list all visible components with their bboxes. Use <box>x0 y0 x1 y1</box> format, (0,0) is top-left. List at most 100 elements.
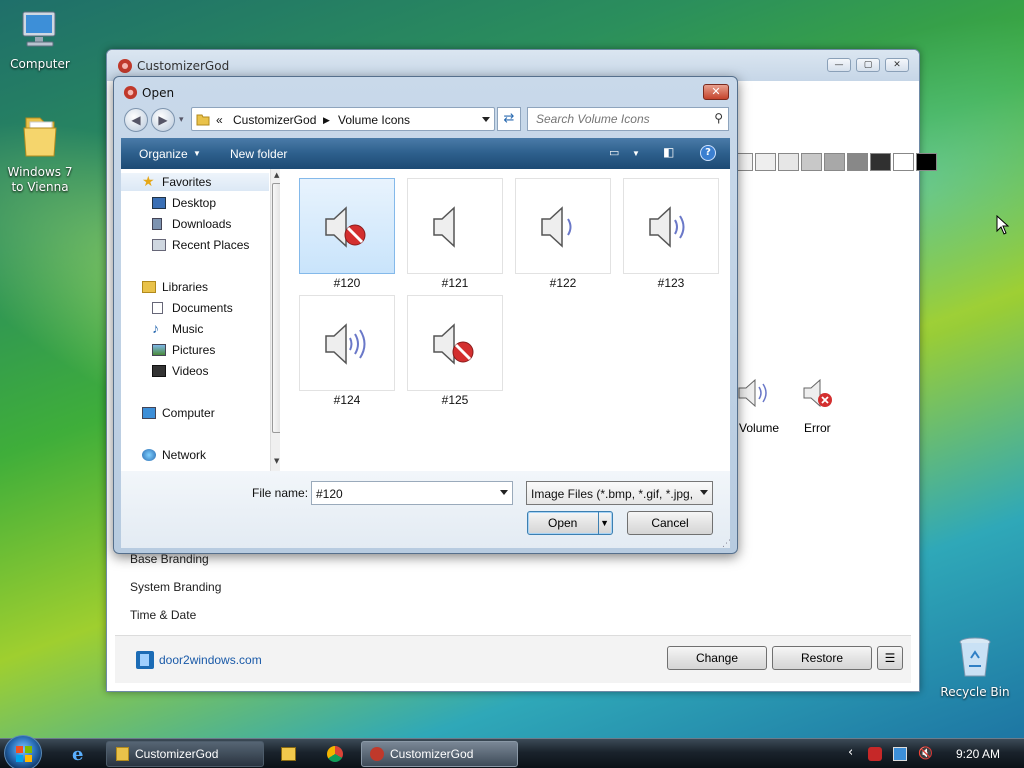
dialog-close-button[interactable]: ✕ <box>703 84 729 100</box>
file-label: #120 <box>333 276 361 290</box>
nav-recent-places[interactable]: Recent Places <box>152 238 249 252</box>
nav-videos[interactable]: Videos <box>152 364 208 378</box>
close-button[interactable]: ✕ <box>885 58 909 72</box>
file-label: #124 <box>333 393 361 407</box>
side-link-base-branding[interactable]: Base Branding <box>130 552 209 566</box>
file-name-label: File name: <box>252 486 309 500</box>
split-divider <box>598 512 599 534</box>
file-tile[interactable] <box>407 178 503 274</box>
documents-icon <box>152 302 163 314</box>
forward-button[interactable]: ▶ <box>151 108 175 132</box>
desktop-icon-computer[interactable]: Computer <box>0 8 80 71</box>
swatch[interactable] <box>778 153 799 171</box>
file-name-dropdown-icon[interactable] <box>500 490 508 495</box>
clock[interactable]: 9:20 AM <box>956 747 1000 761</box>
nav-computer[interactable]: Computer <box>142 406 215 420</box>
recent-pages-chevron-icon[interactable]: ▾ <box>179 115 184 125</box>
nav-pictures[interactable]: Pictures <box>152 343 215 357</box>
new-folder-button[interactable]: New folder <box>230 147 287 161</box>
nav-documents[interactable]: Documents <box>152 301 233 315</box>
maximize-button[interactable]: ▢ <box>856 58 880 72</box>
nav-desktop[interactable]: Desktop <box>152 196 216 210</box>
side-link-system-branding[interactable]: System Branding <box>130 580 221 594</box>
speaker-icon <box>433 206 455 248</box>
speaker-muted-icon <box>325 206 366 248</box>
address-dropdown-icon[interactable] <box>482 117 490 122</box>
breadcrumb-item[interactable]: Volume Icons <box>338 113 410 127</box>
swatch[interactable] <box>870 153 891 171</box>
views-chevron-icon[interactable]: ▼ <box>632 149 640 158</box>
preview-pane-icon[interactable]: ◧ <box>663 145 674 159</box>
show-hidden-icons-chevron-icon[interactable]: ‹ <box>848 745 853 760</box>
navigation-pane: ★ Favorites Desktop Downloads Recent Pla… <box>121 169 285 471</box>
menu-button[interactable]: ☰ <box>877 646 903 670</box>
task-label: CustomizerGod <box>390 747 474 761</box>
swatch[interactable] <box>824 153 845 171</box>
speaker-muted-icon <box>433 323 474 365</box>
nav-libraries[interactable]: Libraries <box>142 280 208 294</box>
file-label: #122 <box>549 276 577 290</box>
start-button[interactable] <box>4 735 42 768</box>
desktop-icon-label: Recycle Bin <box>940 685 1010 699</box>
desktop-icon-folder[interactable]: Windows 7 to Vienna <box>0 112 80 195</box>
open-button[interactable]: Open ▼ <box>527 511 613 535</box>
organize-menu[interactable]: Organize <box>139 147 188 161</box>
side-link-time-date[interactable]: Time & Date <box>130 608 196 622</box>
file-tile[interactable] <box>299 295 395 391</box>
address-bar[interactable]: « CustomizerGod ▶ Volume Icons <box>191 107 495 131</box>
desktop-icon-recycle-bin[interactable]: Recycle Bin <box>935 636 1015 699</box>
minimize-button[interactable]: — <box>827 58 851 72</box>
change-button[interactable]: Change <box>667 646 767 670</box>
file-tile[interactable] <box>407 295 503 391</box>
file-type-select[interactable]: Image Files (*.bmp, *.gif, *.jpg, <box>526 481 713 505</box>
scroll-up-icon[interactable]: ▲ <box>274 171 279 179</box>
file-type-dropdown-icon[interactable] <box>700 490 708 495</box>
organize-chevron-icon[interactable]: ▼ <box>193 149 201 158</box>
media-player-icon[interactable] <box>281 747 296 761</box>
nav-label: Downloads <box>172 217 232 231</box>
nav-network[interactable]: Network <box>142 448 206 462</box>
swatch[interactable] <box>755 153 776 171</box>
network-tray-icon[interactable] <box>893 747 907 761</box>
open-dropdown-icon[interactable]: ▼ <box>600 512 609 534</box>
desktop-icon-label: Windows 7 to Vienna <box>7 165 73 194</box>
help-icon[interactable]: ? <box>700 145 716 161</box>
breadcrumb-separator-icon[interactable]: ▶ <box>323 115 330 126</box>
volume-muted-tray-icon[interactable]: 🔇 <box>918 746 933 760</box>
cancel-button[interactable]: Cancel <box>627 511 713 535</box>
internet-explorer-icon[interactable]: e <box>72 744 83 765</box>
taskbar: e CustomizerGod CustomizerGod ‹ 🔇 9:20 A… <box>0 735 1024 768</box>
nav-favorites[interactable]: ★ Favorites <box>142 173 211 189</box>
chrome-icon[interactable] <box>327 746 343 762</box>
taskbar-button-customizergod[interactable]: CustomizerGod <box>361 741 518 767</box>
swatch-text[interactable]: A <box>893 153 914 171</box>
dialog-title: Open <box>142 86 175 100</box>
swatch[interactable] <box>847 153 868 171</box>
desktop-icon <box>152 197 166 209</box>
file-name-input[interactable]: #120 <box>311 481 513 505</box>
swatch[interactable] <box>916 153 937 171</box>
nav-downloads[interactable]: Downloads <box>152 217 232 231</box>
search-icon[interactable]: ⚲ <box>714 111 723 125</box>
search-input[interactable] <box>536 109 706 129</box>
file-tile[interactable] <box>623 178 719 274</box>
views-icon[interactable]: ▭ <box>609 146 619 159</box>
door2windows-link[interactable]: door2windows.com <box>159 653 262 667</box>
swatch[interactable] <box>801 153 822 171</box>
file-tile[interactable] <box>299 178 395 274</box>
back-button[interactable]: ◀ <box>124 108 148 132</box>
resize-grip-icon[interactable]: ⋰ <box>722 539 731 549</box>
network-icon <box>142 449 156 461</box>
scroll-down-icon[interactable]: ▼ <box>274 457 279 465</box>
speaker-error-icon <box>803 378 832 408</box>
file-tile[interactable] <box>515 178 611 274</box>
restore-button[interactable]: Restore <box>772 646 872 670</box>
breadcrumb-item[interactable]: CustomizerGod <box>233 113 316 127</box>
search-box[interactable]: ⚲ <box>527 107 729 131</box>
refresh-button[interactable]: ⇄ <box>497 107 521 131</box>
speaker-medium-icon <box>649 206 685 248</box>
nav-label: Music <box>172 322 204 336</box>
nav-music[interactable]: ♪ Music <box>152 320 204 336</box>
taskbar-button-folder[interactable]: CustomizerGod <box>106 741 264 767</box>
security-shield-icon[interactable] <box>868 747 882 761</box>
